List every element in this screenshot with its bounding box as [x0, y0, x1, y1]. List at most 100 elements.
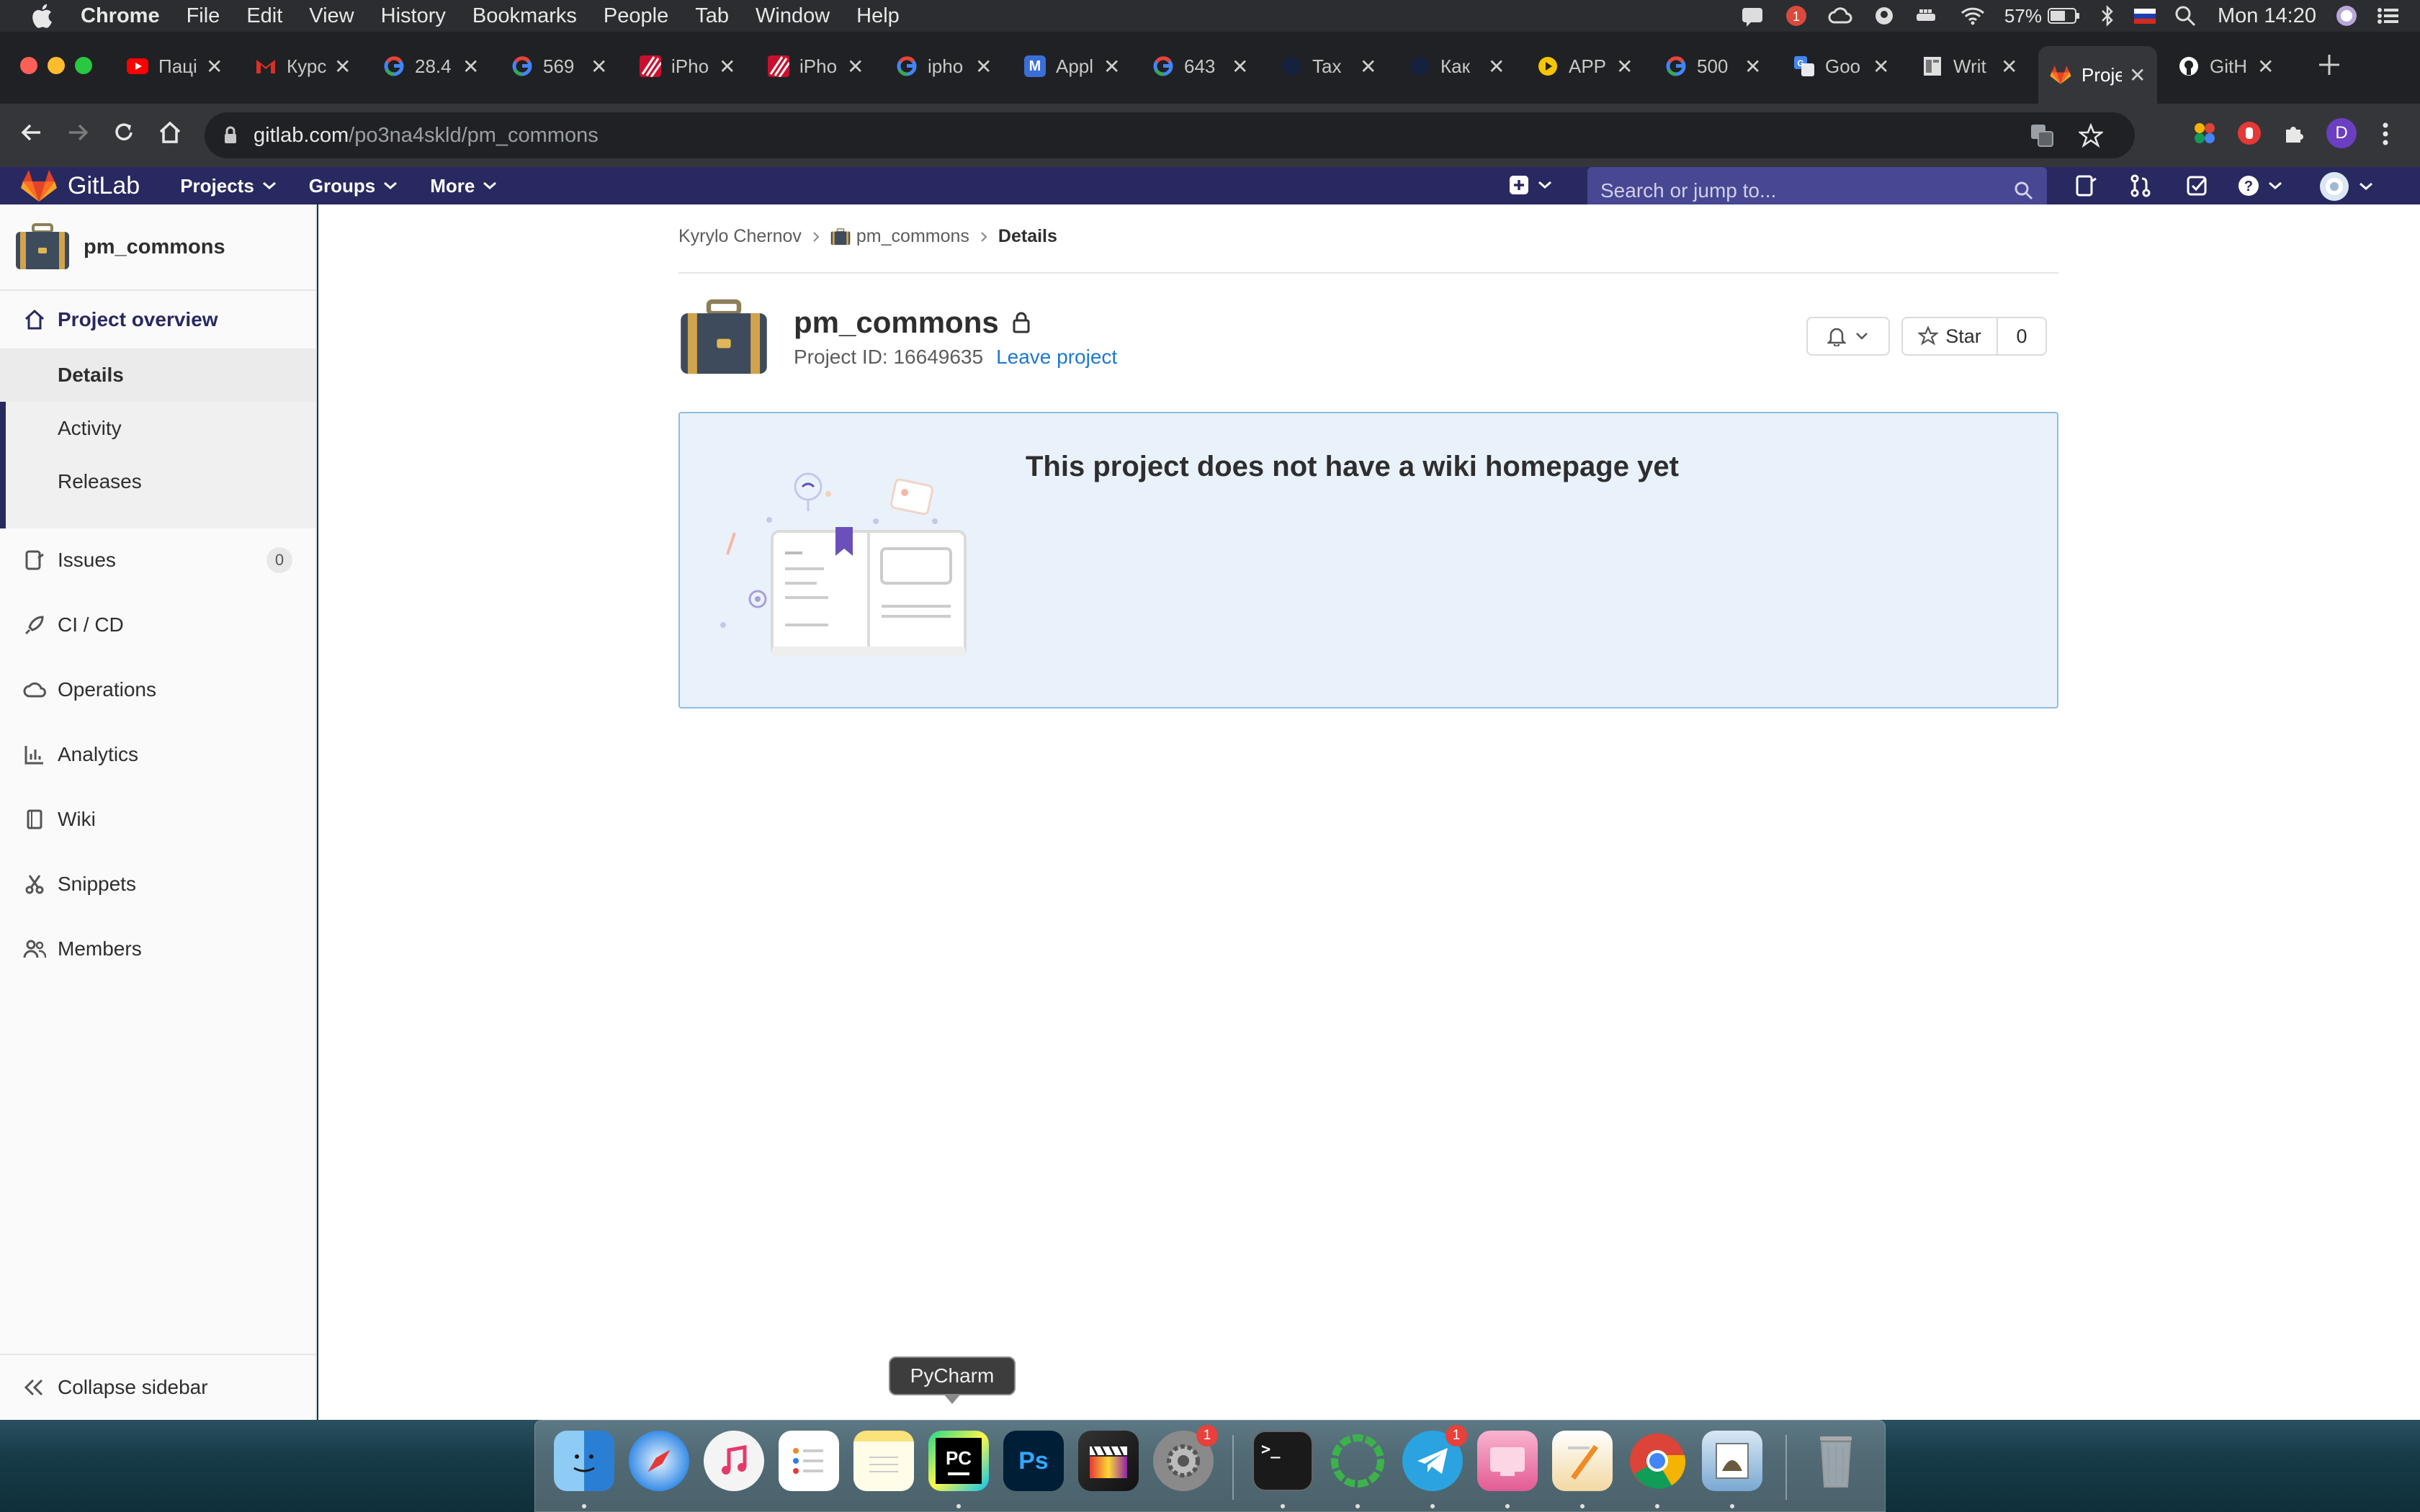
breadcrumb-owner[interactable]: Kyrylo Chernov [678, 226, 802, 247]
chrome-icon[interactable] [1627, 1431, 1688, 1491]
menu-people[interactable]: People [604, 4, 668, 28]
reminders-icon[interactable] [779, 1431, 839, 1491]
sidebar-item-ci-cd[interactable]: CI / CD [0, 596, 315, 654]
sidebar-item-issues[interactable]: Issues 0 [0, 531, 315, 589]
browser-tab[interactable]: Курс ✕ [255, 46, 351, 86]
browser-tab[interactable]: 643 ✕ [1152, 46, 1248, 86]
tab-close-icon[interactable]: ✕ [1616, 55, 1633, 78]
tab-close-icon[interactable]: ✕ [206, 55, 223, 78]
sidebar-item-wiki[interactable]: Wiki [0, 791, 315, 848]
tab-close-icon[interactable]: ✕ [1232, 55, 1248, 78]
help-dropdown[interactable]: ? [2237, 174, 2283, 197]
tab-close-icon[interactable]: ✕ [1744, 55, 1761, 78]
address-bar[interactable]: gitlab.com/po3na4skld/pm_commons [205, 112, 2135, 158]
browser-tab[interactable]: iPho ✕ [640, 46, 735, 86]
new-tab-button[interactable] [2316, 52, 2342, 78]
tab-close-icon[interactable]: ✕ [847, 55, 864, 78]
tab-close-icon[interactable]: ✕ [1873, 55, 1889, 78]
spotlight-search-icon[interactable] [2174, 5, 2196, 27]
notification-dropdown[interactable] [1806, 317, 1890, 356]
trash-icon[interactable] [1806, 1431, 1866, 1491]
pycharm-icon[interactable]: PC [928, 1431, 989, 1491]
back-icon[interactable] [19, 120, 45, 145]
browser-tab[interactable]: Proje ✕ [2038, 46, 2158, 104]
window-zoom-button[interactable] [75, 57, 92, 74]
sidebar-subitem-details[interactable]: Details [0, 348, 315, 402]
nav-groups[interactable]: Groups [309, 175, 398, 197]
tab-close-icon[interactable]: ✕ [591, 55, 607, 78]
clock[interactable]: Mon 14:20 [2218, 4, 2316, 28]
tab-close-icon[interactable]: ✕ [1103, 55, 1120, 78]
browser-tab[interactable]: ipho ✕ [896, 46, 992, 86]
sidebar-item-analytics[interactable]: Analytics [0, 726, 315, 783]
star-button[interactable]: Star [1901, 317, 1998, 356]
tab-close-icon[interactable]: ✕ [1360, 55, 1376, 78]
browser-tab[interactable]: Как ✕ [1409, 46, 1505, 86]
battery-icon[interactable] [2047, 7, 2081, 24]
user-menu-dropdown[interactable] [2319, 171, 2374, 202]
user-avatar-icon[interactable] [2335, 4, 2358, 27]
apple-icon[interactable] [26, 0, 58, 32]
preview-icon[interactable] [1702, 1431, 1762, 1491]
window-minimize-button[interactable] [48, 57, 65, 74]
forward-icon[interactable] [65, 120, 91, 145]
browser-tab[interactable]: M Appl ✕ [1024, 46, 1120, 86]
notes-icon[interactable] [853, 1431, 914, 1491]
pages-icon[interactable] [1552, 1431, 1613, 1491]
star-count[interactable]: 0 [1996, 317, 2047, 356]
menu-tab[interactable]: Tab [695, 4, 729, 28]
github-desktop-icon[interactable] [1873, 4, 1895, 27]
menu-window[interactable]: Window [756, 4, 830, 28]
terminal-icon[interactable]: >_ [1252, 1431, 1313, 1491]
browser-tab[interactable]: 28.4 ✕ [383, 46, 479, 86]
browser-tab[interactable]: 569 ✕ [511, 46, 607, 86]
translate-icon[interactable] [2030, 123, 2054, 148]
input-source-flag-icon[interactable] [2133, 6, 2156, 25]
menu-edit[interactable]: Edit [246, 4, 282, 28]
reload-icon[interactable] [111, 120, 137, 145]
extension-hand-icon[interactable] [2237, 121, 2262, 145]
system-preferences-icon[interactable]: 1 [1153, 1425, 1218, 1491]
safari-icon[interactable] [629, 1431, 689, 1491]
cinema-app-icon[interactable] [1327, 1431, 1388, 1491]
sidebar-item-operations[interactable]: Operations [0, 661, 315, 719]
menu-file[interactable]: File [187, 4, 220, 28]
menu-history[interactable]: History [381, 4, 446, 28]
chrome-menu-icon[interactable] [2381, 121, 2390, 147]
sidebar-item-snippets[interactable]: Snippets [0, 855, 315, 913]
messages-icon[interactable] [1741, 5, 1765, 27]
tab-close-icon[interactable]: ✕ [462, 55, 479, 78]
lock-icon[interactable] [223, 126, 238, 145]
browser-tab[interactable]: GitH ✕ [2178, 46, 2274, 86]
docker-icon[interactable] [1914, 5, 1941, 27]
new-item-dropdown[interactable] [1508, 174, 1553, 196]
profile-avatar[interactable]: D [2326, 118, 2357, 148]
browser-tab[interactable]: Пацi ✕ [127, 46, 223, 86]
menu-view[interactable]: View [309, 4, 354, 28]
extension-colorful-icon[interactable] [2192, 121, 2217, 145]
tab-close-icon[interactable]: ✕ [2129, 63, 2146, 87]
menu-help[interactable]: Help [856, 4, 900, 28]
todo-doc-icon[interactable] [2074, 174, 2097, 197]
music-icon[interactable] [704, 1431, 764, 1491]
tab-close-icon[interactable]: ✕ [719, 55, 735, 78]
menu-app-name[interactable]: Chrome [81, 4, 160, 28]
home-icon[interactable] [157, 120, 183, 145]
cleanmymac-icon[interactable] [1477, 1431, 1538, 1491]
browser-tab[interactable]: Writ ✕ [1922, 46, 2017, 86]
bookmark-star-icon[interactable] [2079, 123, 2103, 148]
browser-tab[interactable]: APP ✕ [1537, 46, 1633, 86]
bluetooth-icon[interactable] [2099, 4, 2115, 27]
sidebar-subitem-releases[interactable]: Releases [0, 455, 315, 508]
nav-projects[interactable]: Projects [180, 175, 277, 197]
creative-cloud-icon[interactable] [1827, 5, 1855, 27]
gitlab-home-link[interactable]: GitLab [20, 168, 140, 203]
telegram-icon[interactable]: 1 [1402, 1425, 1467, 1491]
collapse-sidebar-button[interactable]: Collapse sidebar [0, 1354, 315, 1420]
leave-project-link[interactable]: Leave project [996, 346, 1117, 369]
extensions-puzzle-icon[interactable] [2282, 121, 2306, 145]
wifi-icon[interactable] [1960, 6, 1986, 26]
tab-close-icon[interactable]: ✕ [2257, 55, 2274, 78]
browser-tab[interactable]: G Goo ✕ [1793, 46, 1889, 86]
notification-center-icon[interactable] [2377, 6, 2400, 25]
